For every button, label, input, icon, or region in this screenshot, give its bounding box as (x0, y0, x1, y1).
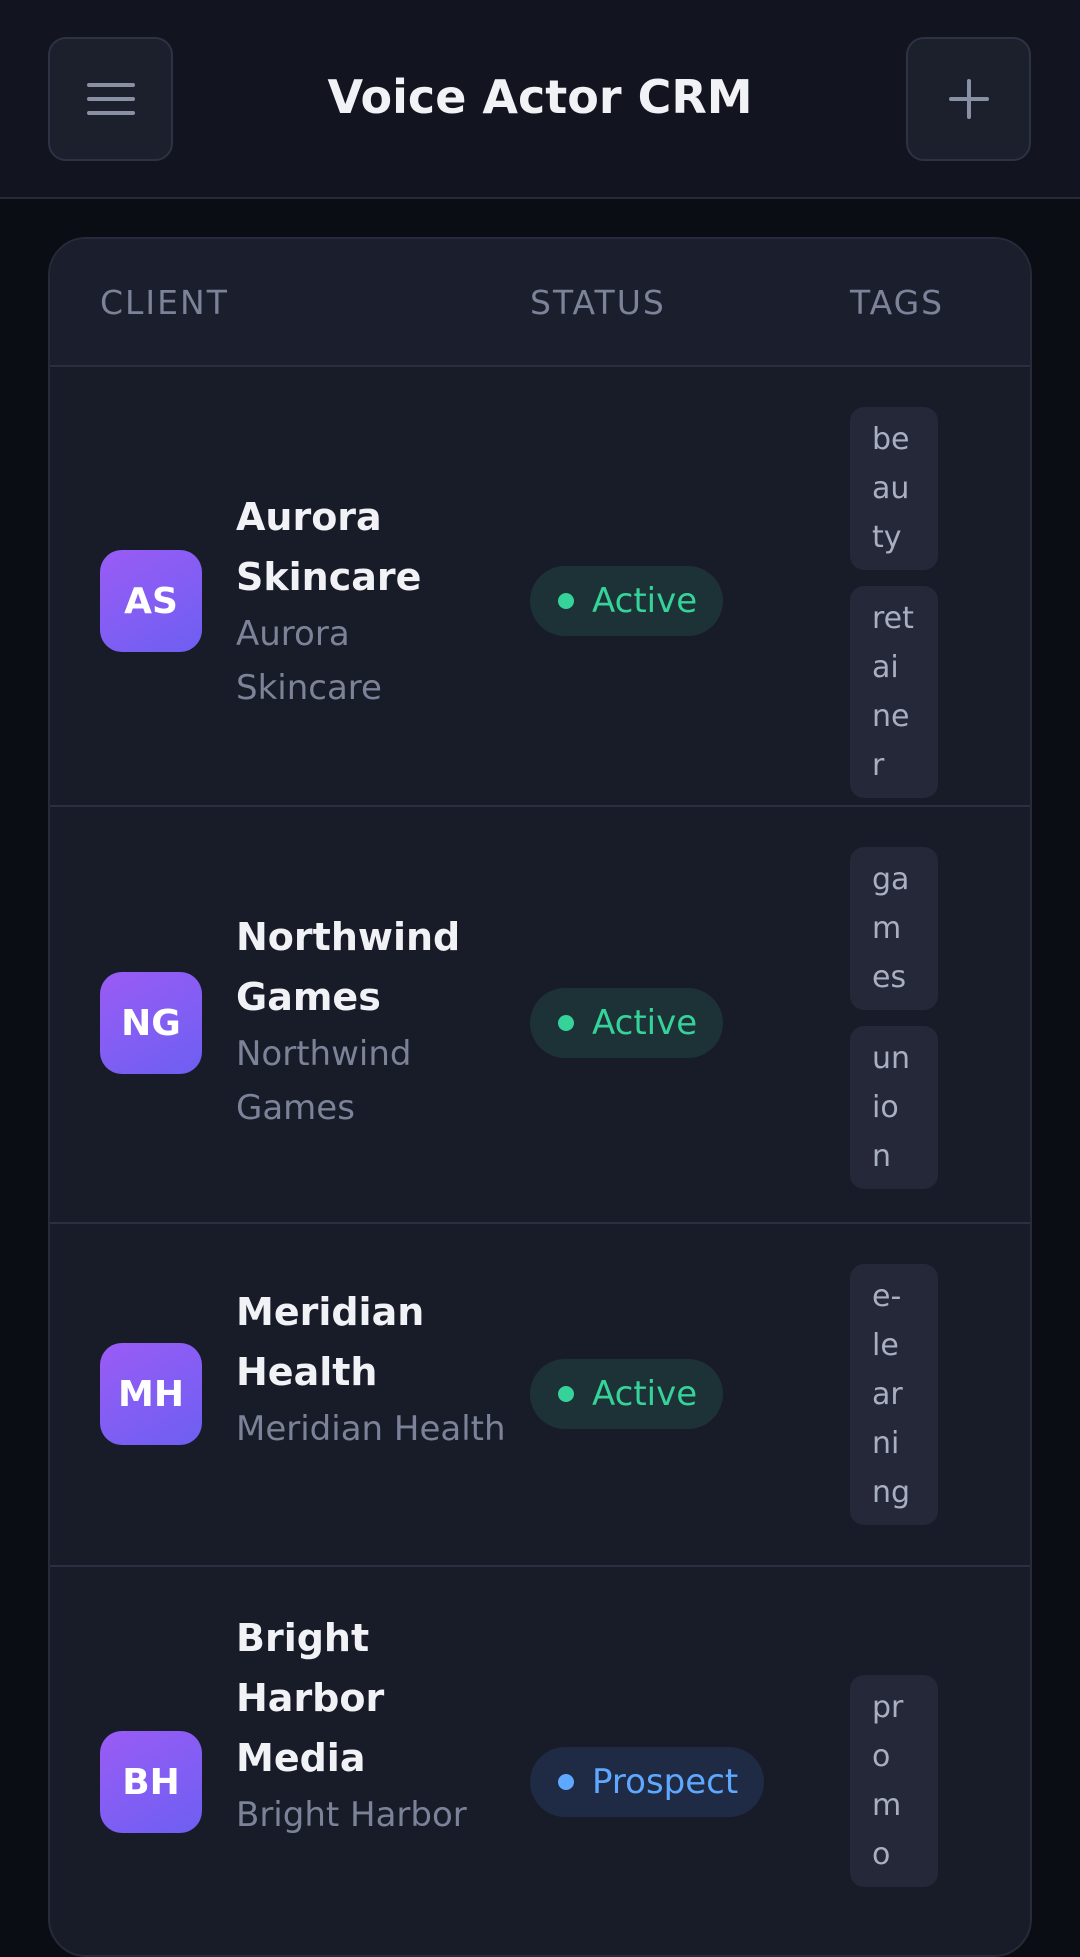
tags-cell: be au ty ret ai ne r (850, 407, 938, 814)
add-client-button[interactable] (906, 37, 1031, 161)
tags-cell: e- le ar ni ng (850, 1264, 938, 1541)
status-label: Active (592, 581, 698, 621)
status-badge[interactable]: Active (530, 988, 724, 1058)
client-name[interactable]: Meridian Health (236, 1282, 506, 1402)
client-cell: Bright Harbor Media Bright Harbor (236, 1608, 506, 1842)
tag[interactable]: pr o m o (850, 1675, 938, 1887)
client-company: Northwind Games (236, 1034, 412, 1128)
tag[interactable]: e- le ar ni ng (850, 1264, 938, 1525)
client-company: Bright Harbor (236, 1795, 467, 1835)
client-cell: Aurora Skincare Aurora Skincare (236, 487, 506, 715)
tag[interactable]: be au ty (850, 407, 938, 570)
client-name[interactable]: Northwind Games (236, 907, 506, 1027)
avatar: NG (100, 972, 202, 1074)
client-cell: Meridian Health Meridian Health (236, 1282, 506, 1456)
column-header-client[interactable]: CLIENT (100, 279, 229, 327)
plus-icon (948, 79, 989, 119)
table-row[interactable]: NG Northwind Games Northwind Games Activ… (50, 807, 1030, 1224)
avatar: MH (100, 1343, 202, 1445)
app-header: Voice Actor CRM (0, 0, 1080, 199)
client-cell: Northwind Games Northwind Games (236, 907, 506, 1135)
table-row[interactable]: MH Meridian Health Meridian Health Activ… (50, 1224, 1030, 1567)
clients-table: CLIENT STATUS TAGS AS Aurora Skincare Au… (48, 237, 1032, 1957)
status-badge[interactable]: Prospect (530, 1747, 765, 1817)
table-row[interactable]: BH Bright Harbor Media Bright Harbor Pro… (50, 1567, 1030, 1955)
avatar: BH (100, 1731, 202, 1833)
column-header-tags[interactable]: TAGS (850, 279, 944, 327)
status-badge[interactable]: Active (530, 1359, 724, 1429)
tag[interactable]: ret ai ne r (850, 586, 938, 798)
status-label: Active (592, 1374, 698, 1414)
client-company: Meridian Health (236, 1409, 506, 1449)
status-dot-icon (558, 593, 574, 609)
client-company: Aurora Skincare (236, 614, 382, 708)
tag[interactable]: ga m es (850, 847, 938, 1010)
avatar: AS (100, 550, 202, 652)
status-dot-icon (558, 1774, 574, 1790)
client-name[interactable]: Bright Harbor Media (236, 1608, 506, 1788)
tags-cell: ga m es un io n (850, 847, 938, 1205)
status-badge[interactable]: Active (530, 566, 724, 636)
table-header: CLIENT STATUS TAGS (50, 239, 1030, 367)
table-row[interactable]: AS Aurora Skincare Aurora Skincare Activ… (50, 367, 1030, 807)
status-dot-icon (558, 1386, 574, 1402)
column-header-status[interactable]: STATUS (530, 279, 666, 327)
status-dot-icon (558, 1015, 574, 1031)
status-label: Prospect (592, 1762, 739, 1802)
client-name[interactable]: Aurora Skincare (236, 487, 506, 607)
tags-cell: pr o m o (850, 1675, 938, 1903)
status-label: Active (592, 1003, 698, 1043)
tag[interactable]: un io n (850, 1026, 938, 1189)
